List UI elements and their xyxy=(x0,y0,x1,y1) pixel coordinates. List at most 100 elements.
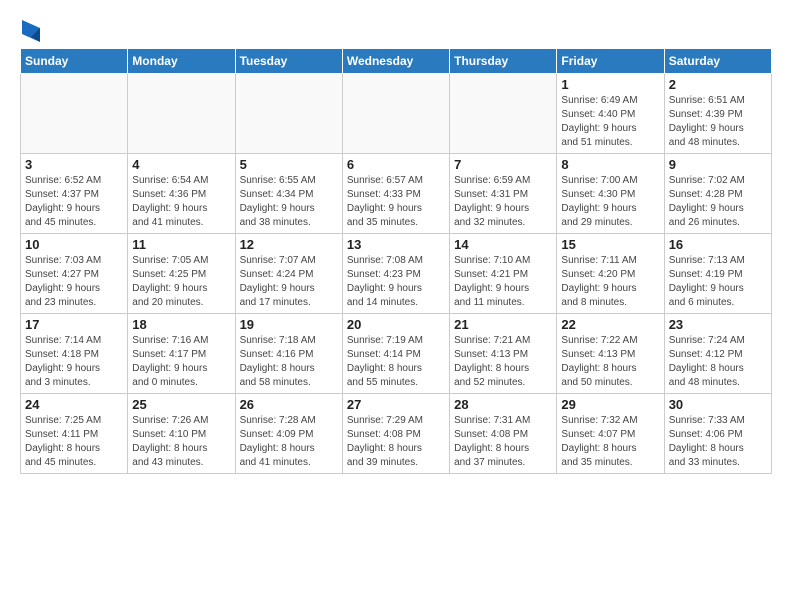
day-number: 16 xyxy=(669,237,767,252)
day-number: 18 xyxy=(132,317,230,332)
calendar-cell xyxy=(21,74,128,154)
day-number: 27 xyxy=(347,397,445,412)
calendar-cell: 26 Sunrise: 7:28 AM Sunset: 4:09 PM Dayli… xyxy=(235,394,342,474)
calendar-cell: 1Sunrise: 6:49 AM Sunset: 4:40 PM Daylig… xyxy=(557,74,664,154)
week-row-4: 24 Sunrise: 7:25 AM Sunset: 4:11 PM Dayli… xyxy=(21,394,772,474)
calendar-cell: 6 Sunrise: 6:57 AM Sunset: 4:33 PM Daylig… xyxy=(342,154,449,234)
day-info: Sunrise: 7:14 AM Sunset: 4:18 PM Dayligh… xyxy=(25,334,123,390)
day-header-saturday: Saturday xyxy=(664,49,771,74)
calendar-cell: 7Sunrise: 6:59 AM Sunset: 4:31 PM Daylig… xyxy=(450,154,557,234)
day-number: 24 xyxy=(25,397,123,412)
calendar-cell: 18 Sunrise: 7:16 AM Sunset: 4:17 PM Dayli… xyxy=(128,314,235,394)
day-info: Sunrise: 7:05 AM Sunset: 4:25 PM Dayligh… xyxy=(132,254,230,310)
day-number: 29 xyxy=(561,397,659,412)
calendar-cell: 24 Sunrise: 7:25 AM Sunset: 4:11 PM Dayli… xyxy=(21,394,128,474)
day-info: Sunrise: 7:32 AM Sunset: 4:07 PM Dayligh… xyxy=(561,414,659,470)
calendar-cell: 8Sunrise: 7:00 AM Sunset: 4:30 PM Daylig… xyxy=(557,154,664,234)
day-info: Sunrise: 7:07 AM Sunset: 4:24 PM Dayligh… xyxy=(240,254,338,310)
calendar-cell: 2 Sunrise: 6:51 AM Sunset: 4:39 PM Daylig… xyxy=(664,74,771,154)
day-header-monday: Monday xyxy=(128,49,235,74)
day-header-wednesday: Wednesday xyxy=(342,49,449,74)
calendar-cell: 14 Sunrise: 7:10 AM Sunset: 4:21 PM Dayli… xyxy=(450,234,557,314)
day-info: Sunrise: 7:24 AM Sunset: 4:12 PM Dayligh… xyxy=(669,334,767,390)
calendar-cell: 22 Sunrise: 7:22 AM Sunset: 4:13 PM Dayli… xyxy=(557,314,664,394)
day-info: Sunrise: 7:13 AM Sunset: 4:19 PM Dayligh… xyxy=(669,254,767,310)
day-info: Sunrise: 7:08 AM Sunset: 4:23 PM Dayligh… xyxy=(347,254,445,310)
calendar-cell xyxy=(450,74,557,154)
calendar-cell: 17Sunrise: 7:14 AM Sunset: 4:18 PM Dayli… xyxy=(21,314,128,394)
day-info: Sunrise: 7:21 AM Sunset: 4:13 PM Dayligh… xyxy=(454,334,552,390)
calendar-cell: 21 Sunrise: 7:21 AM Sunset: 4:13 PM Dayli… xyxy=(450,314,557,394)
day-number: 15 xyxy=(561,237,659,252)
calendar-cell xyxy=(342,74,449,154)
day-info: Sunrise: 6:57 AM Sunset: 4:33 PM Dayligh… xyxy=(347,174,445,230)
calendar-cell: 25 Sunrise: 7:26 AM Sunset: 4:10 PM Dayli… xyxy=(128,394,235,474)
day-number: 22 xyxy=(561,317,659,332)
day-info: Sunrise: 7:28 AM Sunset: 4:09 PM Dayligh… xyxy=(240,414,338,470)
header-row-days: SundayMondayTuesdayWednesdayThursdayFrid… xyxy=(21,49,772,74)
day-info: Sunrise: 7:10 AM Sunset: 4:21 PM Dayligh… xyxy=(454,254,552,310)
day-number: 6 xyxy=(347,157,445,172)
day-header-thursday: Thursday xyxy=(450,49,557,74)
day-number: 13 xyxy=(347,237,445,252)
calendar-table: SundayMondayTuesdayWednesdayThursdayFrid… xyxy=(20,48,772,474)
day-info: Sunrise: 7:33 AM Sunset: 4:06 PM Dayligh… xyxy=(669,414,767,470)
calendar-cell: 5 Sunrise: 6:55 AM Sunset: 4:34 PM Daylig… xyxy=(235,154,342,234)
day-info: Sunrise: 6:55 AM Sunset: 4:34 PM Dayligh… xyxy=(240,174,338,230)
day-number: 7 xyxy=(454,157,552,172)
page-container: SundayMondayTuesdayWednesdayThursdayFrid… xyxy=(0,0,792,484)
day-number: 14 xyxy=(454,237,552,252)
calendar-cell: 10 Sunrise: 7:03 AM Sunset: 4:27 PM Dayli… xyxy=(21,234,128,314)
day-info: Sunrise: 7:26 AM Sunset: 4:10 PM Dayligh… xyxy=(132,414,230,470)
calendar-cell: 4Sunrise: 6:54 AM Sunset: 4:36 PM Daylig… xyxy=(128,154,235,234)
week-row-0: 1Sunrise: 6:49 AM Sunset: 4:40 PM Daylig… xyxy=(21,74,772,154)
day-info: Sunrise: 6:51 AM Sunset: 4:39 PM Dayligh… xyxy=(669,94,767,150)
calendar-cell xyxy=(235,74,342,154)
calendar-cell: 16 Sunrise: 7:13 AM Sunset: 4:19 PM Dayli… xyxy=(664,234,771,314)
day-info: Sunrise: 7:11 AM Sunset: 4:20 PM Dayligh… xyxy=(561,254,659,310)
day-info: Sunrise: 7:19 AM Sunset: 4:14 PM Dayligh… xyxy=(347,334,445,390)
week-row-1: 3 Sunrise: 6:52 AM Sunset: 4:37 PM Daylig… xyxy=(21,154,772,234)
day-number: 23 xyxy=(669,317,767,332)
day-header-tuesday: Tuesday xyxy=(235,49,342,74)
day-number: 25 xyxy=(132,397,230,412)
day-header-sunday: Sunday xyxy=(21,49,128,74)
day-info: Sunrise: 7:29 AM Sunset: 4:08 PM Dayligh… xyxy=(347,414,445,470)
logo-icon xyxy=(22,20,40,42)
week-row-3: 17Sunrise: 7:14 AM Sunset: 4:18 PM Dayli… xyxy=(21,314,772,394)
day-info: Sunrise: 6:54 AM Sunset: 4:36 PM Dayligh… xyxy=(132,174,230,230)
calendar-cell xyxy=(128,74,235,154)
calendar-cell: 28Sunrise: 7:31 AM Sunset: 4:08 PM Dayli… xyxy=(450,394,557,474)
day-number: 19 xyxy=(240,317,338,332)
day-number: 12 xyxy=(240,237,338,252)
calendar-cell: 13 Sunrise: 7:08 AM Sunset: 4:23 PM Dayli… xyxy=(342,234,449,314)
calendar-cell: 11 Sunrise: 7:05 AM Sunset: 4:25 PM Dayli… xyxy=(128,234,235,314)
calendar-cell: 30 Sunrise: 7:33 AM Sunset: 4:06 PM Dayli… xyxy=(664,394,771,474)
day-info: Sunrise: 7:31 AM Sunset: 4:08 PM Dayligh… xyxy=(454,414,552,470)
day-info: Sunrise: 7:03 AM Sunset: 4:27 PM Dayligh… xyxy=(25,254,123,310)
day-info: Sunrise: 7:16 AM Sunset: 4:17 PM Dayligh… xyxy=(132,334,230,390)
day-info: Sunrise: 7:22 AM Sunset: 4:13 PM Dayligh… xyxy=(561,334,659,390)
calendar-cell: 29 Sunrise: 7:32 AM Sunset: 4:07 PM Dayli… xyxy=(557,394,664,474)
day-number: 20 xyxy=(347,317,445,332)
day-number: 21 xyxy=(454,317,552,332)
day-info: Sunrise: 6:52 AM Sunset: 4:37 PM Dayligh… xyxy=(25,174,123,230)
day-number: 2 xyxy=(669,77,767,92)
day-number: 10 xyxy=(25,237,123,252)
day-number: 30 xyxy=(669,397,767,412)
calendar-cell: 19Sunrise: 7:18 AM Sunset: 4:16 PM Dayli… xyxy=(235,314,342,394)
calendar-cell: 12 Sunrise: 7:07 AM Sunset: 4:24 PM Dayli… xyxy=(235,234,342,314)
day-info: Sunrise: 7:00 AM Sunset: 4:30 PM Dayligh… xyxy=(561,174,659,230)
week-row-2: 10 Sunrise: 7:03 AM Sunset: 4:27 PM Dayli… xyxy=(21,234,772,314)
day-number: 3 xyxy=(25,157,123,172)
day-number: 9 xyxy=(669,157,767,172)
day-number: 5 xyxy=(240,157,338,172)
day-number: 1 xyxy=(561,77,659,92)
day-info: Sunrise: 7:25 AM Sunset: 4:11 PM Dayligh… xyxy=(25,414,123,470)
day-number: 26 xyxy=(240,397,338,412)
calendar-cell: 9Sunrise: 7:02 AM Sunset: 4:28 PM Daylig… xyxy=(664,154,771,234)
calendar-cell: 23 Sunrise: 7:24 AM Sunset: 4:12 PM Dayli… xyxy=(664,314,771,394)
day-number: 11 xyxy=(132,237,230,252)
logo xyxy=(20,20,40,42)
calendar-cell: 3 Sunrise: 6:52 AM Sunset: 4:37 PM Daylig… xyxy=(21,154,128,234)
